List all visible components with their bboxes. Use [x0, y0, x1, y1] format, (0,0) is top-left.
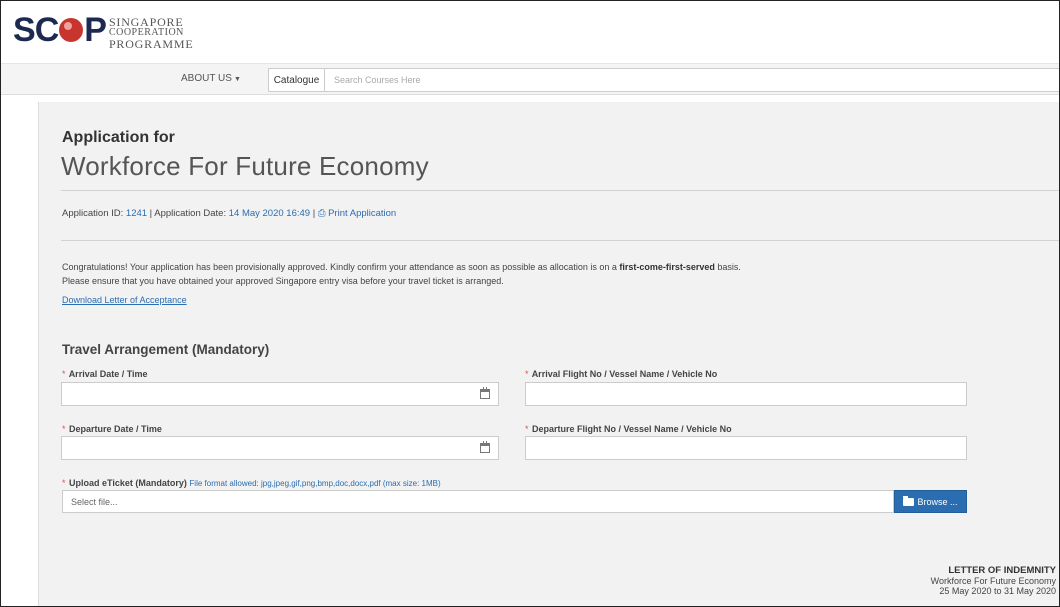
browse-label: Browse ... [917, 496, 958, 507]
calendar-icon[interactable] [480, 387, 490, 399]
visa-notice: Please ensure that you have obtained you… [62, 276, 504, 286]
caret-down-icon: ▼ [233, 76, 241, 83]
approval-message: Congratulations! Your application has be… [62, 260, 1042, 288]
search-input[interactable] [325, 69, 1059, 91]
folder-open-icon [903, 495, 915, 506]
catalogue-button[interactable]: Catalogue [269, 69, 325, 91]
letter-of-indemnity: LETTER OF INDEMNITY Workforce For Future… [930, 565, 1056, 597]
approval-text-end: basis. [714, 262, 741, 272]
navbar: ABOUT US ▼ Catalogue [1, 63, 1059, 95]
required-marker: * [525, 369, 529, 379]
logo-mark: SCP [13, 11, 107, 49]
indemnity-course: Workforce For Future Economy [930, 576, 1056, 586]
site-header: SCP SINGAPORE COOPERATION PROGRAMME [1, 1, 1059, 63]
approval-text: Congratulations! Your application has be… [62, 262, 620, 272]
application-panel: Application for Workforce For Future Eco… [38, 102, 1059, 606]
arrival-date-input[interactable] [61, 382, 499, 406]
travel-section-title: Travel Arrangement (Mandatory) [62, 342, 270, 357]
divider [61, 240, 1059, 241]
logo-text: SINGAPORE COOPERATION PROGRAMME [109, 16, 194, 50]
printer-icon: ⎙ [317, 208, 329, 219]
file-select-input[interactable]: Select file... [62, 490, 894, 513]
required-marker: * [62, 424, 66, 434]
approval-emphasis: first-come-first-served [619, 262, 715, 272]
indemnity-title: LETTER OF INDEMNITY [948, 565, 1056, 576]
about-us-dropdown[interactable]: ABOUT US ▼ [181, 73, 241, 84]
logo-ball-icon [59, 18, 84, 42]
calendar-icon[interactable] [480, 441, 490, 453]
required-marker: * [525, 424, 529, 434]
course-title: Workforce For Future Economy [61, 151, 429, 181]
departure-date-label: * Departure Date / Time [62, 424, 162, 434]
application-date-label: | Application Date: [147, 208, 229, 219]
departure-flight-input[interactable] [525, 436, 967, 460]
arrival-flight-label-text: Arrival Flight No / Vessel Name / Vehicl… [531, 369, 718, 379]
arrival-flight-input[interactable] [525, 382, 967, 406]
application-id: 1241 [125, 208, 148, 219]
page-heading: Application for [62, 129, 175, 146]
page-frame: SCP SINGAPORE COOPERATION PROGRAMME ABOU… [0, 0, 1060, 607]
application-id-label: Application ID: [62, 208, 126, 219]
departure-flight-label: * Departure Flight No / Vessel Name / Ve… [525, 424, 732, 434]
departure-date-label-text: Departure Date / Time [69, 424, 162, 434]
arrival-date-label-text: Arrival Date / Time [68, 369, 148, 379]
required-marker: * [62, 369, 66, 379]
arrival-flight-label: * Arrival Flight No / Vessel Name / Vehi… [525, 369, 717, 379]
course-search: Catalogue [268, 68, 1059, 92]
required-marker: * [62, 478, 66, 488]
application-date: 14 May 2020 16:49 [228, 208, 311, 219]
browse-button[interactable]: Browse ... [894, 490, 967, 513]
print-application-link[interactable]: ⎙ Print Application [318, 208, 396, 219]
departure-date-input[interactable] [61, 436, 499, 460]
logo[interactable]: SCP SINGAPORE COOPERATION PROGRAMME [13, 13, 194, 50]
logo-line-3: PROGRAMME [108, 37, 194, 51]
application-meta: Application ID: 1241 | Application Date:… [62, 208, 396, 219]
meta-separator: | [310, 208, 318, 219]
indemnity-dates: 25 May 2020 to 31 May 2020 [939, 586, 1056, 596]
departure-flight-label-text: Departure Flight No / Vessel Name / Vehi… [532, 424, 732, 434]
arrival-date-label: * Arrival Date / Time [62, 369, 148, 379]
upload-eticket-label: * Upload eTicket (Mandatory) File format… [62, 478, 441, 488]
download-letter-link[interactable]: Download Letter of Acceptance [62, 295, 187, 305]
file-format-hint: File format allowed: jpg,jpeg,gif,png,bm… [189, 479, 441, 488]
about-us-label: ABOUT US [181, 73, 232, 84]
print-application-label: Print Application [328, 208, 397, 219]
upload-eticket-label-text: Upload eTicket (Mandatory) [69, 478, 187, 488]
divider [61, 190, 1059, 191]
